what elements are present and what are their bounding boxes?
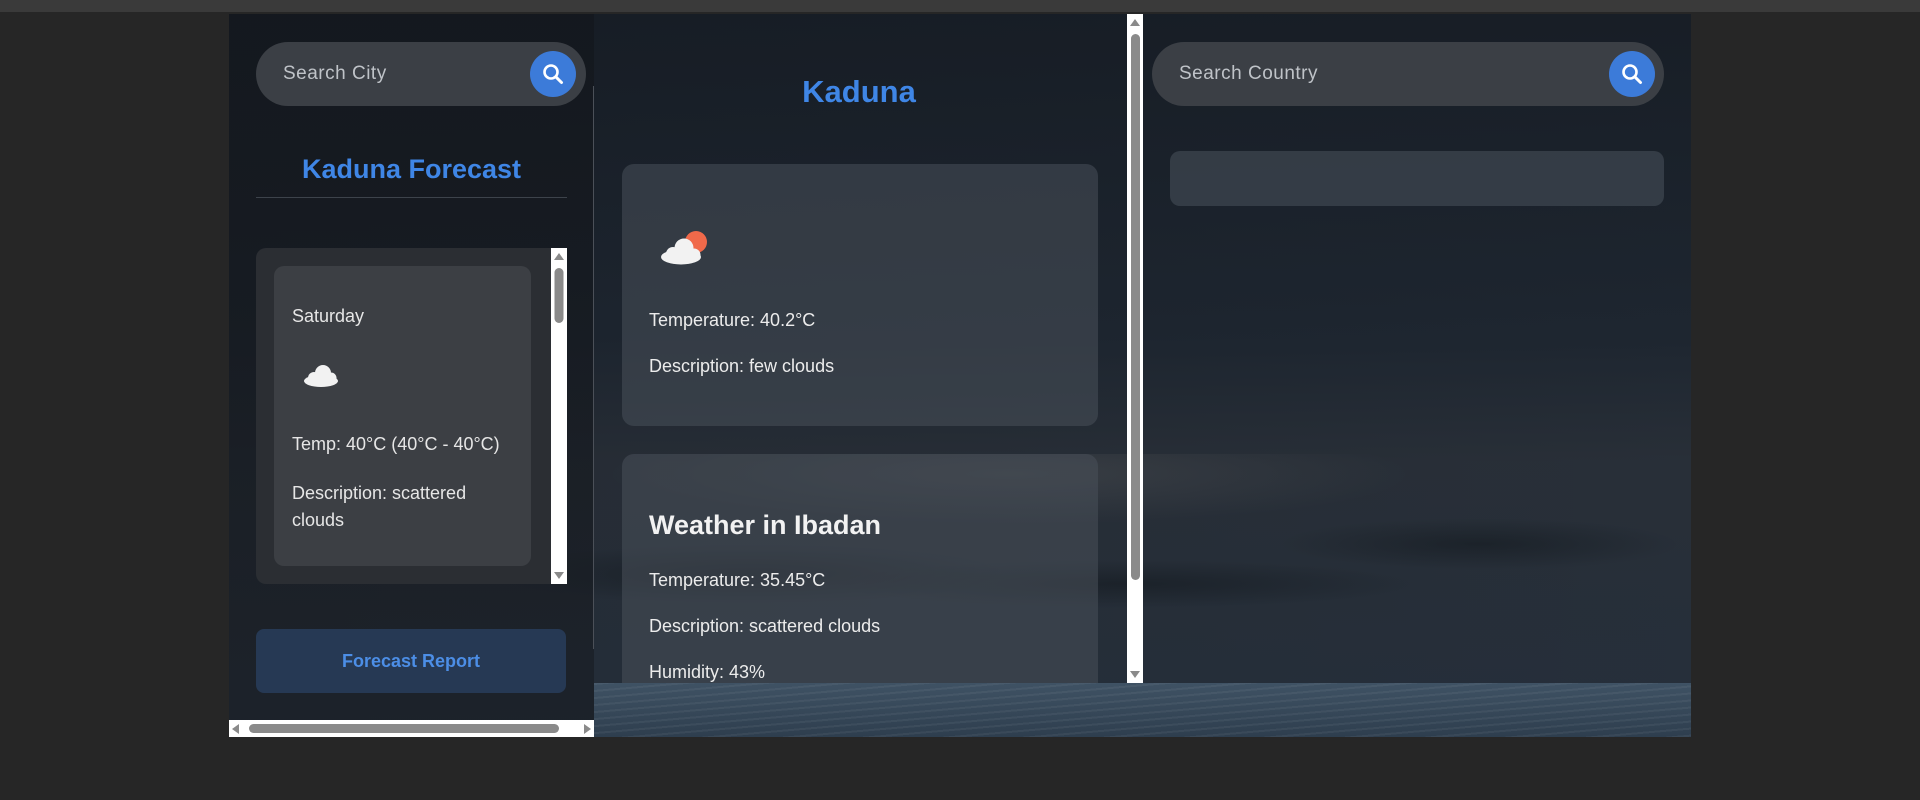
country-search-button[interactable] [1609, 51, 1655, 97]
ibadan-heading: Weather in Ibadan [649, 510, 882, 540]
city-search-button[interactable] [530, 51, 576, 97]
city-search-input[interactable]: Search City [256, 42, 586, 106]
ibadan-description: Description: scattered clouds [649, 616, 881, 636]
scroll-up-arrow-icon[interactable] [554, 253, 564, 260]
forecast-day: Saturday [292, 306, 365, 326]
background-water-overlay [594, 683, 1691, 737]
ibadan-humidity: Humidity: 43% [649, 662, 766, 682]
current-weather-card: Temperature: 40.2°C Description: few clo… [622, 164, 1098, 426]
weather-app: Search City Kaduna Forecast Saturday Tem… [229, 14, 1691, 737]
country-search-placeholder: Search Country [1179, 63, 1319, 84]
main-scroll-up-arrow-icon[interactable] [1130, 19, 1140, 26]
forecast-description: Description: scattered clouds [292, 483, 467, 530]
country-search-input[interactable]: Search Country [1152, 42, 1664, 106]
forecast-temp: Temp: 40°C (40°C - 40°C) [292, 434, 500, 454]
cloud-icon [304, 365, 338, 387]
search-icon [543, 64, 563, 84]
forecast-title: Kaduna Forecast [256, 154, 567, 198]
forecast-list[interactable]: Saturday Temp: 40°C (40°C - 40°C) Descri… [256, 248, 566, 584]
main-vertical-scrollbar[interactable] [1127, 14, 1143, 683]
main-scrollbar-thumb[interactable] [1131, 34, 1140, 580]
search-icon [1622, 64, 1642, 84]
city-title: Kaduna [802, 74, 916, 109]
sidebar-horizontal-scrollbar[interactable] [229, 720, 594, 737]
forecast-card: Saturday Temp: 40°C (40°C - 40°C) Descri… [274, 266, 531, 566]
scroll-right-arrow-icon[interactable] [584, 724, 591, 734]
current-description: Description: few clouds [649, 356, 835, 376]
main-scroll-down-arrow-icon[interactable] [1130, 671, 1140, 678]
horizontal-scrollbar-thumb[interactable] [249, 724, 559, 733]
current-temperature: Temperature: 40.2°C [649, 310, 816, 330]
scroll-down-arrow-icon[interactable] [554, 572, 564, 579]
browser-top-bar [0, 0, 1920, 12]
few-clouds-icon [661, 231, 707, 265]
panel-divider [593, 86, 594, 649]
ibadan-weather-card: Weather in Ibadan Temperature: 35.45°C D… [622, 454, 1098, 694]
forecast-sidebar: Search City Kaduna Forecast Saturday Tem… [229, 14, 594, 737]
country-result-panel [1170, 151, 1664, 206]
ibadan-temperature: Temperature: 35.45°C [649, 570, 826, 590]
scrollbar-thumb[interactable] [554, 268, 564, 323]
forecast-report-button[interactable]: Forecast Report [256, 629, 566, 693]
forecast-vertical-scrollbar[interactable] [551, 248, 567, 584]
scroll-left-arrow-icon[interactable] [232, 724, 239, 734]
